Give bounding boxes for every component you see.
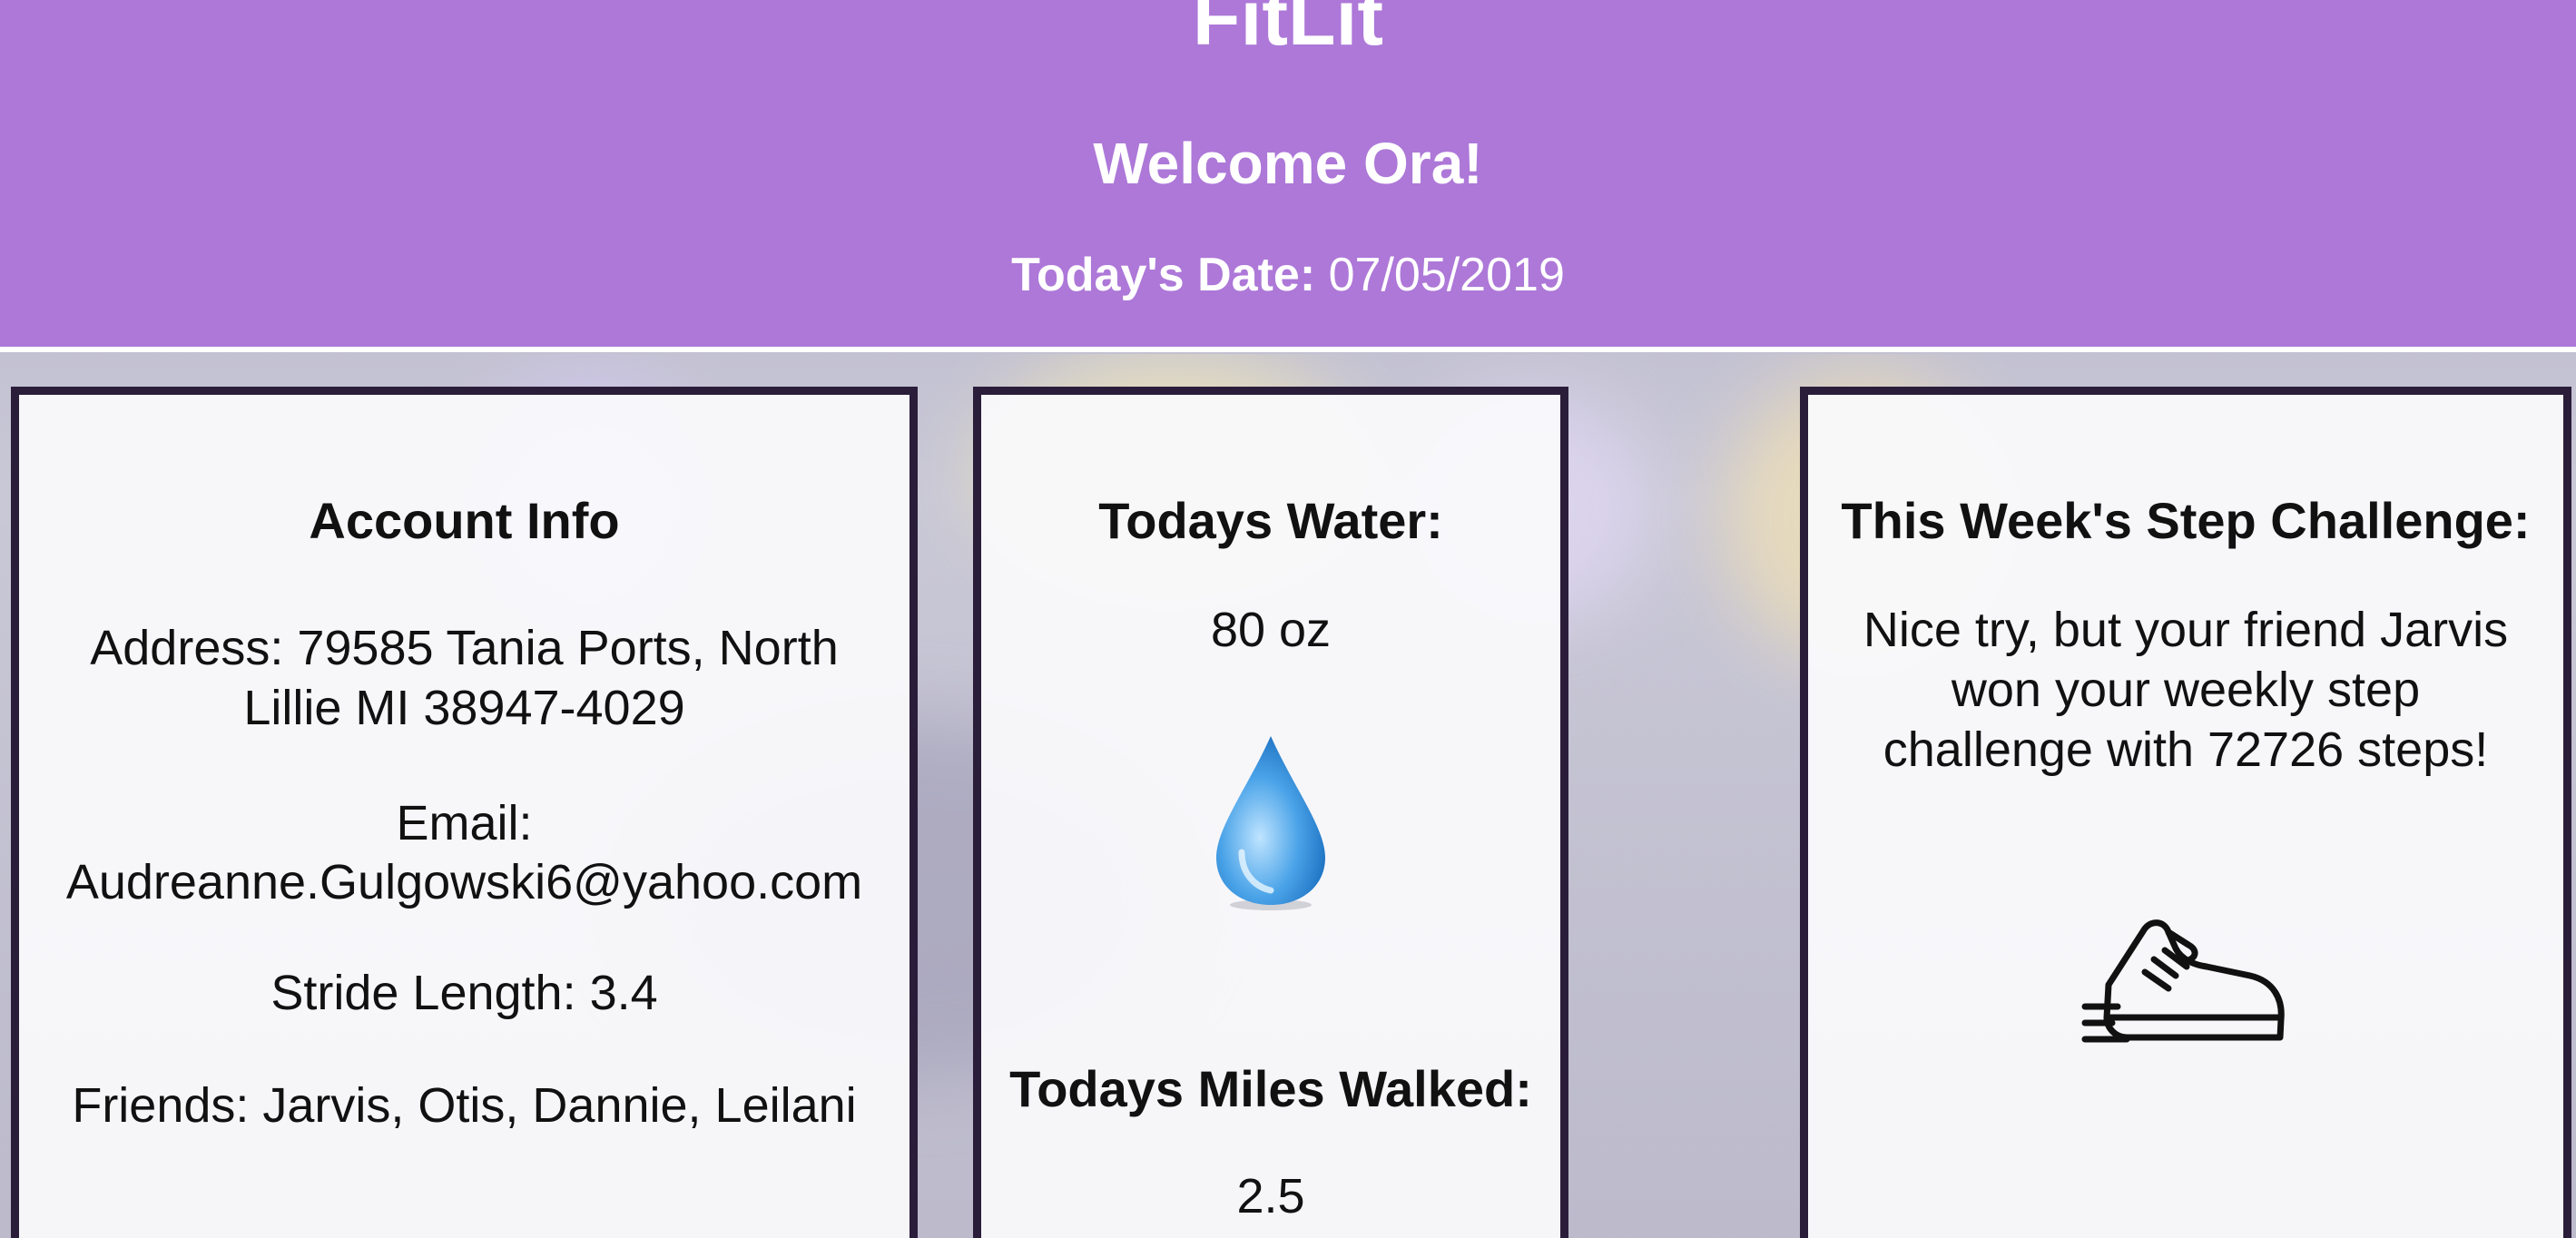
step-challenge-message: Nice try, but your friend Jarvis won you… xyxy=(1863,603,2509,777)
date-value: 07/05/2019 xyxy=(1328,249,1565,301)
step-challenge-card: This Week's Step Challenge: Nice try, bu… xyxy=(1800,387,2571,1238)
app-title: FitLit xyxy=(1192,0,1384,62)
address-text: Address: 79585 Tania Ports, North Lillie… xyxy=(90,621,839,735)
miles-walked-title: Todays Miles Walked: xyxy=(1009,1060,1532,1117)
account-info-card: Account Info Address: 79585 Tania Ports,… xyxy=(11,387,918,1238)
account-info-title: Account Info xyxy=(309,492,620,549)
water-drop-icon xyxy=(1216,736,1325,910)
friends-list: Friends: Jarvis, Otis, Dannie, Leilani xyxy=(72,1078,857,1133)
email-label: Email: xyxy=(396,796,533,850)
water-card: Todays Water: 80 oz Todays Miles Walked:… xyxy=(973,387,1568,1238)
sneaker-icon xyxy=(2081,919,2285,1043)
water-title: Todays Water: xyxy=(1098,492,1443,549)
email-value: Audreanne.Gulgowski6@yahoo.com xyxy=(65,855,863,909)
user-name: Ora! xyxy=(1363,131,1483,196)
welcome-label: Welcome xyxy=(1093,131,1348,196)
step-challenge-title: This Week's Step Challenge: xyxy=(1841,492,2531,549)
water-value: 80 oz xyxy=(1210,603,1332,657)
todays-date: Today's Date: 07/05/2019 xyxy=(0,243,2576,307)
miles-walked-value: 2.5 xyxy=(1236,1169,1305,1223)
app-header: FitLit Welcome Ora! Today's Date: 07/05/… xyxy=(0,0,2576,352)
welcome-message: Welcome Ora! xyxy=(0,127,2576,200)
date-label: Today's Date: xyxy=(1011,249,1316,301)
stride-length: Stride Length: 3.4 xyxy=(270,966,658,1020)
